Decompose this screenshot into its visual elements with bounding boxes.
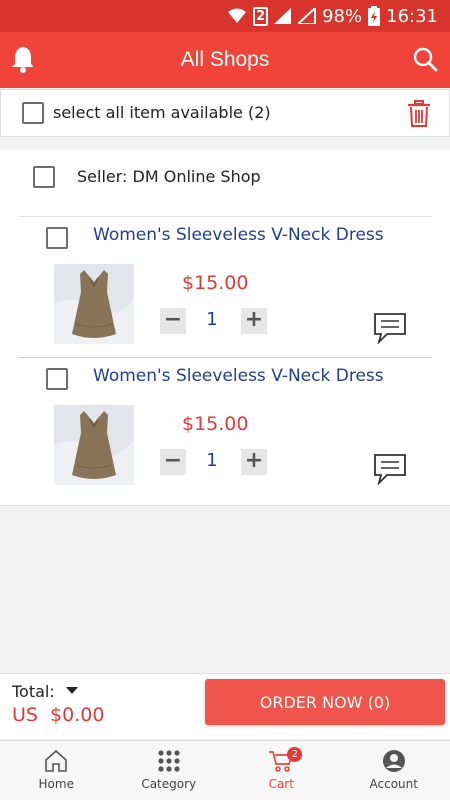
nav-cart[interactable]: 2 Cart [225,741,338,800]
quantity-value: 1 [206,309,218,330]
account-icon [382,750,405,772]
bottom-nav: Home Category 2 Cart Account [0,740,450,800]
sim-badge: 2 [253,6,269,26]
clock: 16:31 [386,5,438,27]
cart-item: Women's Sleeveless V-Neck Dress $15.00 −… [0,217,450,357]
status-bar: 2 98% 16:31 [0,0,450,32]
grid-icon [158,750,180,772]
total-label: Total: [12,682,55,701]
order-now-button[interactable]: ORDER NOW (0) [205,679,445,725]
item-checkbox[interactable] [46,227,68,249]
battery-percent: 98% [322,5,363,27]
signal-icon [274,8,292,24]
select-all-label: select all item available (2) [53,103,271,122]
page-title: All Shops [180,48,270,71]
product-price: $15.00 [182,272,249,294]
nav-label: Account [369,777,418,791]
battery-charging-icon [368,6,381,26]
select-all-bar: select all item available (2) [0,89,450,137]
seller-label: Seller: DM Online Shop [77,167,261,186]
product-name[interactable]: Women's Sleeveless V-Neck Dress [93,366,384,386]
product-image[interactable] [54,264,134,344]
app-bar: All Shops [0,32,450,88]
seller-checkbox[interactable] [33,166,55,188]
quantity-value: 1 [206,450,218,471]
trash-icon[interactable] [407,100,431,128]
caret-down-icon[interactable] [66,687,78,694]
nav-account[interactable]: Account [338,741,450,800]
item-checkbox[interactable] [46,368,68,390]
cart-card: Seller: DM Online Shop Women's Sleeveles… [0,150,450,506]
product-name[interactable]: Women's Sleeveless V-Neck Dress [93,225,384,245]
product-price: $15.00 [182,413,249,435]
nav-label: Home [38,777,74,791]
nav-label: Cart [268,777,294,791]
quantity-increase-button[interactable]: + [241,308,267,334]
chat-icon[interactable] [373,453,407,485]
product-image[interactable] [54,405,134,485]
checkout-bar: Total: US $0.00 ORDER NOW (0) [0,673,450,739]
total-value: US $0.00 [12,704,105,726]
select-all-checkbox[interactable] [22,102,44,124]
quantity-increase-button[interactable]: + [241,449,267,475]
bell-icon[interactable] [10,45,36,73]
search-icon[interactable] [412,46,438,72]
chat-icon[interactable] [373,312,407,344]
cart-item: Women's Sleeveless V-Neck Dress $15.00 −… [0,358,450,498]
wifi-icon [228,8,247,23]
quantity-decrease-button[interactable]: − [160,308,186,334]
quantity-decrease-button[interactable]: − [160,449,186,475]
nav-home[interactable]: Home [0,741,113,800]
nav-label: Category [141,777,197,791]
home-icon [45,749,68,772]
mobile-data-icon [298,8,317,24]
cart-count-badge: 2 [287,747,303,762]
cart-icon-wrap: 2 [268,747,303,773]
nav-category[interactable]: Category [113,741,226,800]
